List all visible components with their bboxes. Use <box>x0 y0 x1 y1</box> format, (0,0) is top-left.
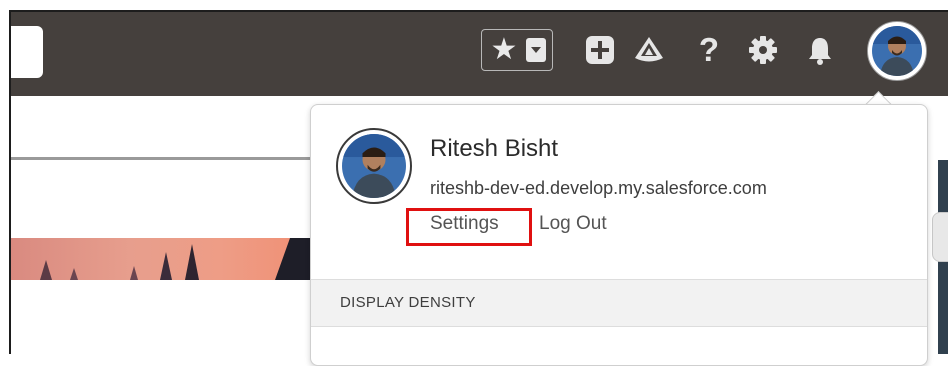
help-icon[interactable]: ? <box>693 33 725 66</box>
chevron-down-icon <box>531 47 541 53</box>
favorites-dropdown-button[interactable] <box>526 38 546 62</box>
logout-link[interactable]: Log Out <box>539 213 607 235</box>
background-banner <box>10 238 310 280</box>
user-avatar-button[interactable] <box>867 21 927 81</box>
avatar <box>872 26 922 76</box>
frame-left-border <box>9 10 11 354</box>
favorites-button-group[interactable]: ★ <box>481 29 553 71</box>
bell-icon[interactable] <box>804 34 836 66</box>
user-name[interactable]: Ritesh Bisht <box>430 135 558 163</box>
avatar <box>342 134 406 198</box>
settings-link[interactable]: Settings <box>430 213 499 235</box>
user-domain: riteshb-dev-ed.develop.my.salesforce.com <box>430 178 767 198</box>
display-density-section-header: DISPLAY DENSITY <box>311 279 927 327</box>
gear-icon[interactable] <box>747 34 779 66</box>
star-icon[interactable]: ★ <box>488 34 520 66</box>
user-profile-menu: Ritesh Bisht riteshb-dev-ed.develop.my.s… <box>310 104 928 366</box>
global-header: ★ ? <box>10 10 948 96</box>
frame-top <box>0 0 948 10</box>
trailhead-icon[interactable] <box>633 34 665 66</box>
side-panel-toggle[interactable] <box>932 212 948 262</box>
plus-icon[interactable] <box>584 34 616 66</box>
search-input[interactable] <box>10 26 43 78</box>
section-title: DISPLAY DENSITY <box>340 294 476 311</box>
profile-avatar[interactable] <box>336 128 412 204</box>
tab-underline <box>10 157 310 160</box>
